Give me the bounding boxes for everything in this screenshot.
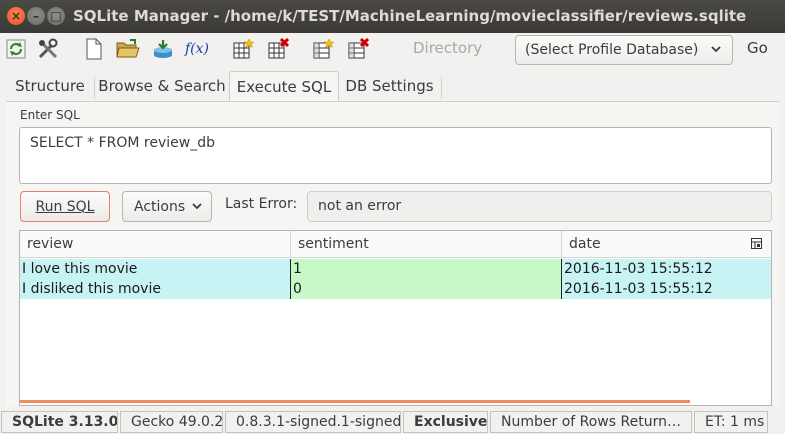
drop-table-icon[interactable] xyxy=(266,37,290,61)
cell-sentiment: 0 xyxy=(290,279,561,299)
sql-input[interactable]: SELECT * FROM review_db xyxy=(19,127,772,184)
chevron-down-icon xyxy=(710,42,722,60)
results-grid[interactable]: review sentiment date I love this movie … xyxy=(19,230,772,406)
drop-index-icon[interactable] xyxy=(346,37,370,61)
cell-date: 2016-11-03 15:55:12 xyxy=(561,279,771,299)
column-header-review[interactable]: review xyxy=(20,231,290,258)
refresh-icon[interactable] xyxy=(4,37,28,61)
function-label: f(x) xyxy=(184,41,209,57)
profile-database-select[interactable]: (Select Profile Database) xyxy=(515,35,733,65)
tab-separator xyxy=(441,77,442,99)
create-table-icon[interactable] xyxy=(231,37,255,61)
lock-mode: Exclusive xyxy=(403,411,488,433)
run-sql-label: Run SQL xyxy=(35,198,95,215)
cell-review: I disliked this movie xyxy=(20,279,290,299)
column-header-date[interactable]: date xyxy=(562,231,742,258)
status-bar: SQLite 3.13.0 Gecko 49.0.2 0.8.3.1-signe… xyxy=(0,410,785,434)
column-picker-icon[interactable] xyxy=(751,238,762,252)
table-row[interactable]: I love this movie 1 2016-11-03 15:55:12 xyxy=(20,259,771,279)
rows-returned: Number of Rows Return… xyxy=(490,411,692,433)
toolbar: f(x) Directory (Select Profile Database)… xyxy=(0,33,785,66)
actions-label: Actions xyxy=(134,198,186,215)
tab-separator xyxy=(94,77,95,99)
last-error-label: Last Error: xyxy=(225,196,298,212)
enter-sql-label: Enter SQL xyxy=(20,108,80,122)
results-header: review sentiment date xyxy=(20,231,771,258)
last-error-field: not an error xyxy=(307,191,772,222)
cell-sentiment: 1 xyxy=(290,259,561,279)
directory-button[interactable]: Directory xyxy=(413,39,482,57)
new-database-icon[interactable] xyxy=(82,37,106,61)
cell-date: 2016-11-03 15:55:12 xyxy=(561,259,771,279)
cell-review: I love this movie xyxy=(20,259,290,279)
open-folder-icon[interactable] xyxy=(116,37,140,61)
actions-button[interactable]: Actions xyxy=(122,191,212,222)
window-maximize-button[interactable]: □ xyxy=(47,7,65,25)
tab-browse-search[interactable]: Browse & Search xyxy=(97,71,227,102)
window-close-button[interactable]: × xyxy=(7,7,25,25)
tab-db-settings[interactable]: DB Settings xyxy=(341,71,438,102)
chevron-down-icon xyxy=(191,199,203,216)
extension-version: 0.8.3.1-signed.1-signed xyxy=(225,411,401,433)
table-row[interactable]: I disliked this movie 0 2016-11-03 15:55… xyxy=(20,279,771,299)
gecko-version: Gecko 49.0.2 xyxy=(120,411,223,433)
title-bar: × – □ SQLite Manager - /home/k/TEST/Mach… xyxy=(0,0,785,33)
tools-icon[interactable] xyxy=(36,37,60,61)
create-index-icon[interactable] xyxy=(311,37,335,61)
function-icon[interactable]: f(x) xyxy=(184,37,210,61)
tab-structure[interactable]: Structure xyxy=(9,71,91,102)
run-sql-button[interactable]: Run SQL xyxy=(20,191,110,222)
tab-bar: Structure Browse & Search Execute SQL DB… xyxy=(0,67,785,102)
horizontal-scrollbar[interactable] xyxy=(20,400,690,403)
column-header-sentiment[interactable]: sentiment xyxy=(291,231,561,258)
window-minimize-button[interactable]: – xyxy=(27,7,45,25)
sqlite-version: SQLite 3.13.0 xyxy=(1,411,118,433)
elapsed-time: ET: 1 ms xyxy=(694,411,768,433)
window-title: SQLite Manager - /home/k/TEST/MachineLea… xyxy=(73,7,747,25)
go-button[interactable]: Go xyxy=(747,39,768,57)
profile-database-value: (Select Profile Database) xyxy=(525,42,699,58)
attach-database-icon[interactable] xyxy=(151,37,175,61)
tab-execute-sql[interactable]: Execute SQL xyxy=(229,71,339,102)
